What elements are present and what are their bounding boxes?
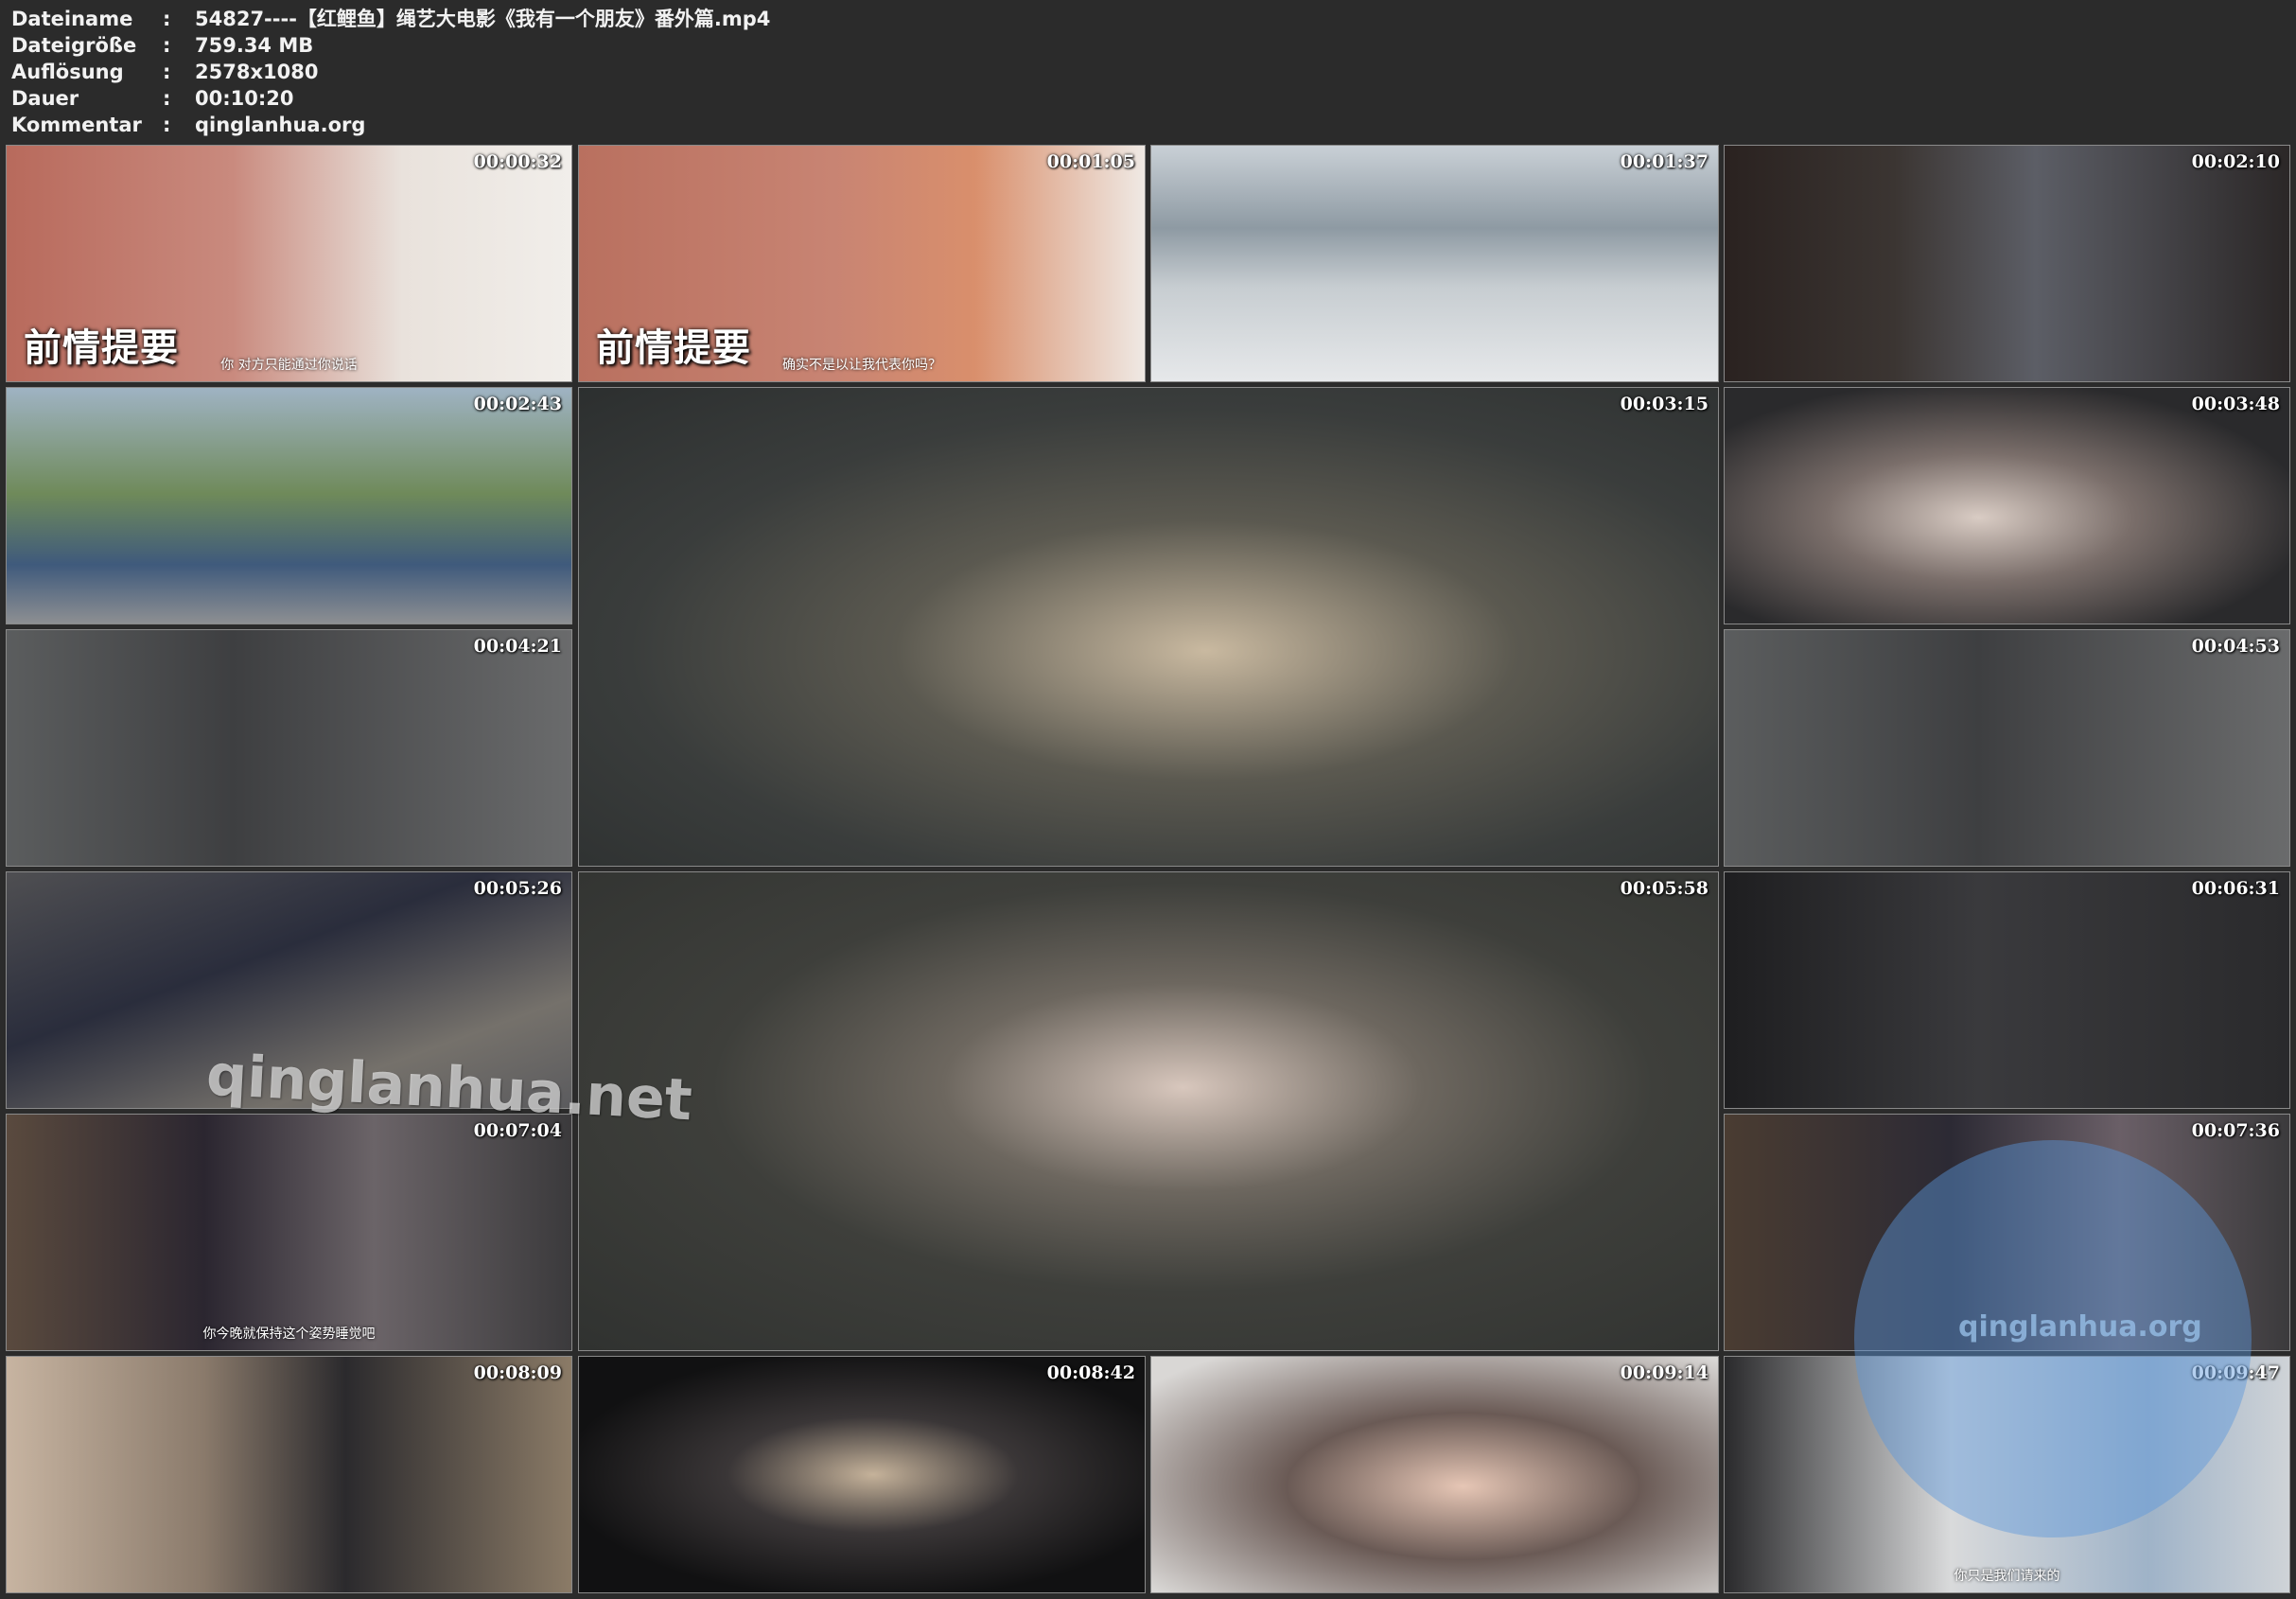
thumbnail: 00:09:14 xyxy=(1150,1356,1719,1593)
thumbnail: 00:01:37 xyxy=(1150,145,1719,382)
info-separator: : xyxy=(163,114,171,136)
info-value: 2578x1080 xyxy=(195,61,319,83)
info-row-duration: Dauer : 00:10:20 xyxy=(11,85,770,112)
info-row-comment: Kommentar : qinglanhua.org xyxy=(11,112,770,138)
info-separator: : xyxy=(163,87,171,110)
subtitle: 你 对方只能通过你说话 xyxy=(220,358,358,373)
timestamp: 00:06:31 xyxy=(2191,878,2280,899)
timestamp: 00:05:58 xyxy=(1620,878,1709,899)
timestamp: 00:08:42 xyxy=(1046,1362,1135,1383)
info-row-filesize: Dateigröße : 759.34 MB xyxy=(11,32,770,59)
thumbnail: 前情提要 你 对方只能通过你说话 00:00:32 xyxy=(6,145,572,382)
timestamp: 00:04:53 xyxy=(2191,636,2280,657)
subtitle: 你只是我们请来的 xyxy=(1954,1569,2060,1584)
timestamp: 00:02:43 xyxy=(473,394,562,414)
thumbnail: 00:03:48 xyxy=(1724,387,2290,624)
watermark-text-secondary: qinglanhua.org xyxy=(1958,1310,2202,1344)
timestamp: 00:04:21 xyxy=(473,636,562,657)
info-key: Dateiname xyxy=(11,8,133,30)
subtitle: 确实不是以让我代表你吗？ xyxy=(782,358,941,373)
thumbnail: 00:02:10 xyxy=(1724,145,2290,382)
info-key: Kommentar xyxy=(11,114,142,136)
info-key: Auflösung xyxy=(11,61,124,83)
thumbnail: 前情提要 确实不是以让我代表你吗？ 00:01:05 xyxy=(578,145,1146,382)
thumbnail: 00:02:43 xyxy=(6,387,572,624)
timestamp: 00:01:37 xyxy=(1620,151,1709,172)
thumbnail: 你今晚就保持这个姿势睡觉吧 00:07:04 xyxy=(6,1114,572,1351)
thumbnail: 00:06:31 xyxy=(1724,871,2290,1109)
timestamp: 00:09:14 xyxy=(1620,1362,1709,1383)
info-separator: : xyxy=(163,8,171,30)
info-key: Dauer xyxy=(11,87,79,110)
timestamp: 00:03:48 xyxy=(2191,394,2280,414)
thumbnail-large: 00:05:58 xyxy=(578,871,1719,1351)
thumbnail: 00:08:42 xyxy=(578,1356,1146,1593)
timestamp: 00:01:05 xyxy=(1046,151,1135,172)
thumbnail: 00:08:09 xyxy=(6,1356,572,1593)
timestamp: 00:03:15 xyxy=(1620,394,1709,414)
thumbnail: 00:04:21 xyxy=(6,629,572,867)
contact-sheet: { "info": { "rows": [ {"key":"Dateiname"… xyxy=(0,0,2296,1599)
info-value: 54827----【红鲤鱼】绳艺大电影《我有一个朋友》番外篇.mp4 xyxy=(195,8,771,30)
info-separator: : xyxy=(163,61,171,83)
timestamp: 00:07:36 xyxy=(2191,1120,2280,1141)
info-row-filename: Dateiname : 54827----【红鲤鱼】绳艺大电影《我有一个朋友》番… xyxy=(11,6,770,32)
file-info: Dateiname : 54827----【红鲤鱼】绳艺大电影《我有一个朋友》番… xyxy=(11,6,770,138)
info-value: 759.34 MB xyxy=(195,34,314,57)
thumbnail-large: 00:03:15 xyxy=(578,387,1719,867)
timestamp: 00:02:10 xyxy=(2191,151,2280,172)
info-key: Dateigröße xyxy=(11,34,137,57)
info-separator: : xyxy=(163,34,171,57)
timestamp: 00:00:32 xyxy=(473,151,562,172)
info-value: 00:10:20 xyxy=(195,87,294,110)
timestamp: 00:08:09 xyxy=(473,1362,562,1383)
info-row-resolution: Auflösung : 2578x1080 xyxy=(11,59,770,85)
info-value: qinglanhua.org xyxy=(195,114,366,136)
timestamp: 00:05:26 xyxy=(473,878,562,899)
thumbnail: 00:04:53 xyxy=(1724,629,2290,867)
subtitle: 你今晚就保持这个姿势睡觉吧 xyxy=(202,1327,376,1342)
